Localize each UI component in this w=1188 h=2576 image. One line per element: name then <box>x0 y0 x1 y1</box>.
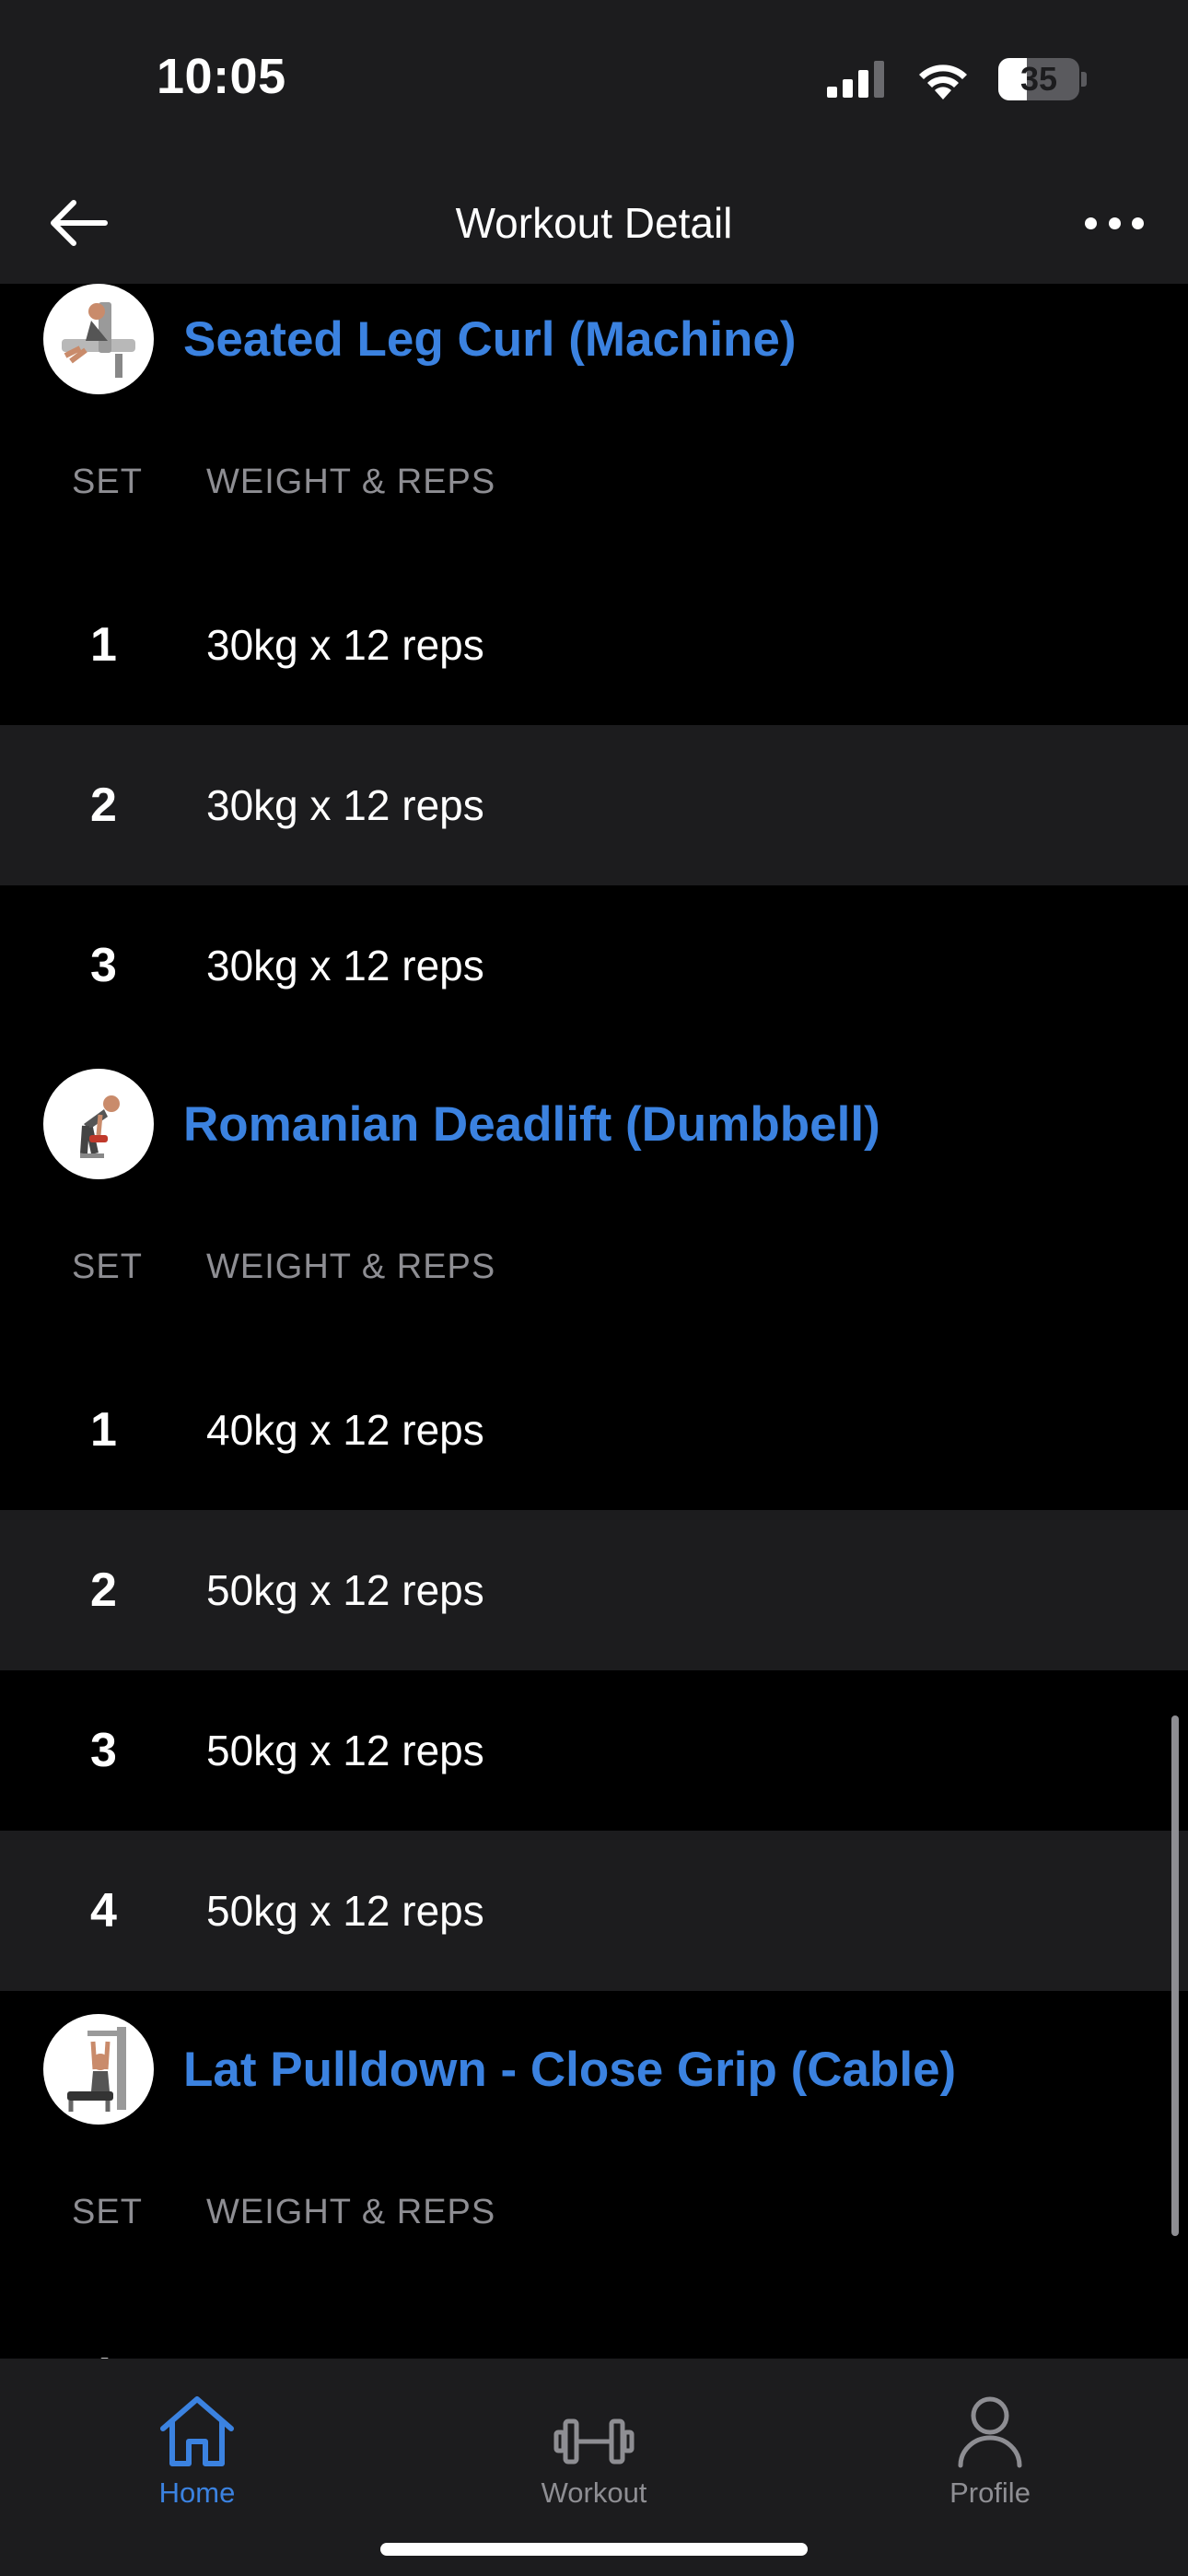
tab-label: Profile <box>949 2476 1031 2509</box>
set-row: 3 50kg x 12 reps <box>0 1670 1188 1831</box>
wifi-icon <box>919 64 967 100</box>
set-row: 1 30kg x 12 reps <box>0 565 1188 725</box>
set-weight-reps: 60kg x 12 reps <box>206 2350 484 2359</box>
scrollbar[interactable] <box>1171 1715 1179 2236</box>
exercise-name[interactable]: Romanian Deadlift (Dumbbell) <box>183 1096 880 1153</box>
tab-profile[interactable]: Profile <box>879 2377 1101 2510</box>
person-icon <box>958 2396 1022 2468</box>
weight-reps-column-header: WEIGHT & REPS <box>206 462 496 501</box>
set-number: 2 <box>90 779 117 832</box>
set-number: 1 <box>90 1403 117 1457</box>
set-row: 2 50kg x 12 reps <box>0 1510 1188 1670</box>
set-row: 1 60kg x 12 reps <box>0 2295 1188 2359</box>
set-column-header: SET <box>72 1247 143 1286</box>
more-options-icon[interactable] <box>1077 197 1151 249</box>
exercise-thumbnail-leg-curl <box>43 284 154 394</box>
battery-icon: 35 <box>998 58 1087 100</box>
exercise-header[interactable]: Seated Leg Curl (Machine) <box>0 284 1188 399</box>
set-number: 3 <box>90 1724 117 1777</box>
set-weight-reps: 50kg x 12 reps <box>206 1727 484 1774</box>
page-title: Workout Detail <box>455 199 733 247</box>
exercise-name[interactable]: Seated Leg Curl (Machine) <box>183 311 797 368</box>
set-weight-reps: 40kg x 12 reps <box>206 1406 484 1454</box>
set-column-header: SET <box>72 2192 143 2231</box>
exercise-header[interactable]: Lat Pulldown - Close Grip (Cable) <box>0 2009 1188 2129</box>
set-weight-reps: 50kg x 12 reps <box>206 1887 484 1935</box>
home-icon <box>160 2396 234 2466</box>
set-number: 4 <box>90 1884 117 1938</box>
set-column-header: SET <box>72 462 143 501</box>
set-weight-reps: 30kg x 12 reps <box>206 942 484 989</box>
set-weight-reps: 30kg x 12 reps <box>206 781 484 829</box>
set-row: 1 40kg x 12 reps <box>0 1350 1188 1510</box>
tab-workout[interactable]: Workout <box>483 2377 705 2510</box>
home-indicator[interactable] <box>380 2543 808 2556</box>
set-number: 1 <box>90 618 117 672</box>
set-number: 3 <box>90 939 117 992</box>
set-number: 2 <box>90 1563 117 1617</box>
status-icons: 35 <box>827 55 1087 103</box>
status-time: 10:05 <box>157 49 286 104</box>
workout-detail-list[interactable]: Seated Leg Curl (Machine) SET WEIGHT & R… <box>0 284 1188 2359</box>
exercise-name[interactable]: Lat Pulldown - Close Grip (Cable) <box>183 2042 956 2098</box>
sets-table-header: SET WEIGHT & REPS <box>0 2129 1188 2295</box>
cellular-signal-icon <box>827 61 884 98</box>
weight-reps-column-header: WEIGHT & REPS <box>206 1247 496 1286</box>
dumbbell-icon <box>553 2418 635 2465</box>
exercise-thumbnail-lat-pulldown <box>43 2014 154 2125</box>
tab-home[interactable]: Home <box>87 2377 308 2510</box>
sets-table-header: SET WEIGHT & REPS <box>0 399 1188 565</box>
set-row: 4 50kg x 12 reps <box>0 1831 1188 1991</box>
set-row: 3 30kg x 12 reps <box>0 885 1188 1046</box>
weight-reps-column-header: WEIGHT & REPS <box>206 2192 496 2231</box>
sets-table-header: SET WEIGHT & REPS <box>0 1184 1188 1350</box>
exercise-header[interactable]: Romanian Deadlift (Dumbbell) <box>0 1064 1188 1184</box>
set-number: 1 <box>0 2348 206 2359</box>
set-weight-reps: 50kg x 12 reps <box>206 1566 484 1614</box>
set-row: 2 30kg x 12 reps <box>0 725 1188 885</box>
tab-label: Workout <box>541 2476 647 2509</box>
header: 10:05 35 Workout Detail <box>0 0 1188 284</box>
battery-level: 35 <box>1019 60 1058 98</box>
set-weight-reps: 30kg x 12 reps <box>206 621 484 669</box>
tab-label: Home <box>158 2476 236 2509</box>
exercise-thumbnail-romanian-deadlift <box>43 1069 154 1179</box>
